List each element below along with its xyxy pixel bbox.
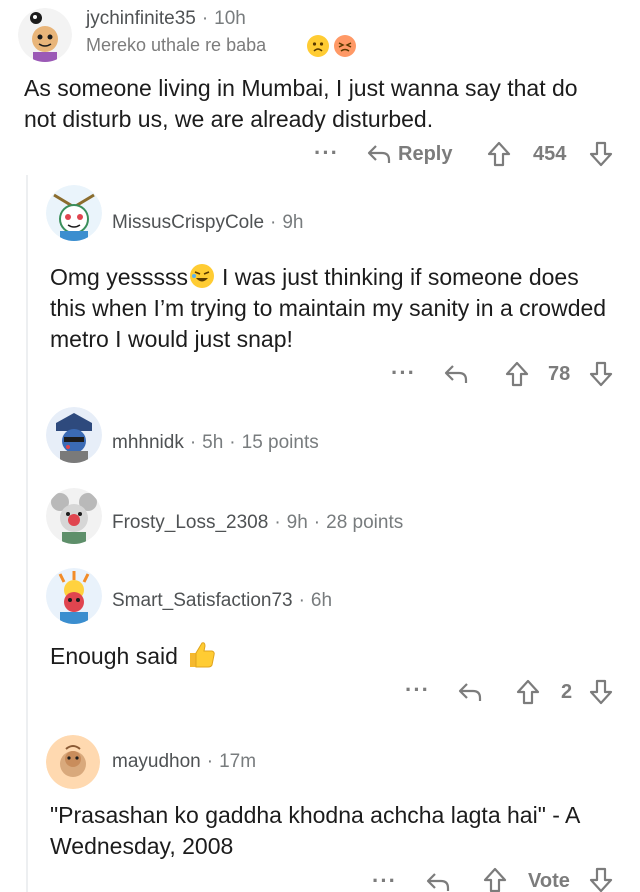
timestamp: 17m [219, 751, 257, 772]
more-options-button[interactable]: ··· [405, 677, 430, 703]
upvote-icon[interactable] [482, 866, 508, 892]
user-avatar[interactable] [46, 185, 102, 241]
avatar-icon [46, 407, 102, 463]
separator: · [206, 751, 214, 772]
downvote-icon[interactable] [588, 866, 614, 892]
user-flair: Mereko uthale re baba [86, 35, 266, 56]
user-avatar[interactable] [46, 488, 102, 544]
timestamp: 9h [286, 512, 308, 533]
more-options-button[interactable]: ··· [391, 360, 416, 386]
separator: · [313, 512, 321, 533]
sad-face-emoji-icon [307, 35, 329, 57]
avatar-icon [46, 185, 102, 241]
avatar-icon [46, 735, 100, 789]
separator: · [189, 432, 197, 453]
username[interactable]: Smart_Satisfaction73 [112, 590, 293, 611]
vote-score: 454 [533, 143, 567, 165]
comment-body: Enough said [50, 640, 450, 676]
comment-meta: jychinfinite35 · 10h [86, 8, 246, 30]
points: 28 points [326, 512, 404, 533]
username[interactable]: mayudhon [112, 751, 201, 772]
upvote-icon[interactable] [486, 140, 512, 168]
comment-body: Omg yesssss I was just thinking if someon… [50, 262, 620, 355]
separator: · [229, 432, 236, 453]
comment-meta: mhhnidk · 5h · 15 points [112, 432, 319, 454]
vote-score: 2 [561, 681, 573, 703]
user-avatar[interactable] [18, 8, 72, 62]
comment-meta: MissusCrispyCole · 9h [112, 212, 304, 234]
timestamp: 10h [214, 8, 246, 29]
downvote-icon[interactable] [588, 360, 614, 388]
comment-body-text: Enough said [50, 643, 178, 669]
avatar-icon [46, 488, 102, 544]
reply-icon[interactable] [366, 142, 392, 166]
timestamp: 9h [282, 212, 304, 233]
downvote-icon[interactable] [588, 678, 614, 706]
user-avatar[interactable] [46, 407, 102, 463]
username[interactable]: Frosty_Loss_2308 [112, 512, 268, 533]
username[interactable]: mhhnidk [112, 432, 184, 453]
comment-body-start: Omg yesssss [50, 264, 189, 290]
upvote-icon[interactable] [504, 360, 530, 388]
reply-button[interactable]: Reply [398, 143, 452, 166]
separator: · [201, 8, 209, 29]
comment-body: "Prasashan ko gaddha khodna achcha lagta… [50, 802, 580, 859]
separator: · [274, 512, 281, 533]
rofl-emoji-icon [190, 264, 215, 288]
comment-body: As someone living in Mumbai, I just wann… [24, 75, 578, 132]
vote-button[interactable]: Vote [528, 870, 570, 892]
comment-meta: Frosty_Loss_2308 · 9h · 28 points [112, 512, 403, 534]
comment-meta: mayudhon · 17m [112, 751, 256, 773]
separator: · [298, 590, 305, 611]
downvote-icon[interactable] [588, 140, 614, 168]
timestamp: 5h [202, 432, 224, 453]
reply-icon[interactable] [457, 680, 483, 704]
reply-icon[interactable] [425, 870, 451, 892]
more-options-button[interactable]: ··· [372, 868, 397, 892]
upvote-icon[interactable] [515, 678, 541, 706]
separator: · [270, 212, 277, 233]
timestamp: 6h [310, 590, 333, 611]
avatar-icon [18, 8, 72, 62]
thread-line [26, 175, 28, 892]
reply-icon[interactable] [443, 362, 469, 386]
thumbs-up-emoji-icon [186, 640, 216, 676]
vote-score: 78 [548, 363, 571, 385]
username[interactable]: MissusCrispyCole [112, 212, 264, 233]
user-avatar[interactable] [46, 568, 102, 624]
comment-meta: Smart_Satisfaction73 · 6h [112, 590, 332, 612]
persevering-face-emoji-icon [334, 35, 356, 57]
points: 15 points [241, 432, 319, 453]
username[interactable]: jychinfinite35 [86, 8, 196, 29]
more-options-button[interactable]: ··· [314, 140, 339, 166]
flair-text: Mereko uthale re baba [86, 35, 267, 55]
user-avatar[interactable] [46, 735, 100, 789]
avatar-icon [46, 568, 102, 624]
